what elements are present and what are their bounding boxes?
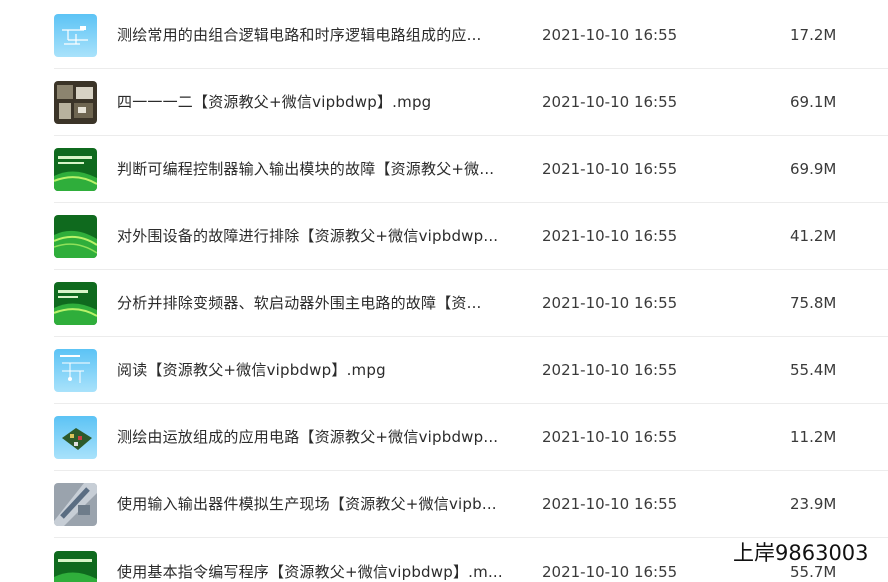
video-thumbnail-icon: [54, 148, 97, 191]
file-name[interactable]: 使用输入输出器件模拟生产现场【资源教父+微信vipb...: [117, 471, 497, 538]
file-name[interactable]: 判断可编程控制器输入输出模块的故障【资源教父+微...: [117, 136, 494, 203]
file-size: 55.4M: [790, 361, 837, 379]
file-date: 2021-10-10 16:55: [542, 26, 678, 44]
file-row[interactable]: 测绘由运放组成的应用电路【资源教父+微信vipbdwp... 2021-10-1…: [0, 404, 888, 471]
file-name[interactable]: 使用基本指令编写程序【资源教父+微信vipbdwp】.m...: [117, 539, 503, 582]
file-list: 测绘常用的由组合逻辑电路和时序逻辑电路组成的应... 2021-10-10 16…: [0, 0, 888, 582]
file-date: 2021-10-10 16:55: [542, 294, 678, 312]
file-row[interactable]: 测绘常用的由组合逻辑电路和时序逻辑电路组成的应... 2021-10-10 16…: [0, 2, 888, 69]
file-date: 2021-10-10 16:55: [542, 361, 678, 379]
file-date: 2021-10-10 16:55: [542, 428, 678, 446]
file-row[interactable]: 使用输入输出器件模拟生产现场【资源教父+微信vipb... 2021-10-10…: [0, 471, 888, 538]
file-row[interactable]: 四一一一二【资源教父+微信vipbdwp】.mpg 2021-10-10 16:…: [0, 69, 888, 136]
file-date: 2021-10-10 16:55: [542, 495, 678, 513]
file-name[interactable]: 阅读【资源教父+微信vipbdwp】.mpg: [117, 337, 386, 404]
video-thumbnail-icon: [54, 14, 97, 57]
file-row[interactable]: 判断可编程控制器输入输出模块的故障【资源教父+微... 2021-10-10 1…: [0, 136, 888, 203]
video-thumbnail-icon: [54, 215, 97, 258]
file-name[interactable]: 对外围设备的故障进行排除【资源教父+微信vipbdwp...: [117, 203, 498, 270]
file-date: 2021-10-10 16:55: [542, 563, 678, 581]
file-row[interactable]: 对外围设备的故障进行排除【资源教父+微信vipbdwp... 2021-10-1…: [0, 203, 888, 270]
file-row[interactable]: 分析并排除变频器、软启动器外围主电路的故障【资... 2021-10-10 16…: [0, 270, 888, 337]
file-size: 11.2M: [790, 428, 837, 446]
file-name[interactable]: 四一一一二【资源教父+微信vipbdwp】.mpg: [117, 69, 431, 136]
file-date: 2021-10-10 16:55: [542, 227, 678, 245]
file-name[interactable]: 测绘由运放组成的应用电路【资源教父+微信vipbdwp...: [117, 404, 498, 471]
video-thumbnail-icon: [54, 551, 97, 582]
watermark-text: 上岸9863003: [733, 541, 869, 565]
file-size: 69.9M: [790, 160, 837, 178]
file-date: 2021-10-10 16:55: [542, 93, 678, 111]
file-size: 23.9M: [790, 495, 837, 513]
file-name[interactable]: 测绘常用的由组合逻辑电路和时序逻辑电路组成的应...: [117, 2, 482, 69]
file-size: 17.2M: [790, 26, 837, 44]
file-size: 41.2M: [790, 227, 837, 245]
file-size: 75.8M: [790, 294, 837, 312]
video-thumbnail-icon: [54, 483, 97, 526]
video-thumbnail-icon: [54, 416, 97, 459]
file-date: 2021-10-10 16:55: [542, 160, 678, 178]
video-thumbnail-icon: [54, 81, 97, 124]
video-thumbnail-icon: [54, 349, 97, 392]
file-size: 69.1M: [790, 93, 837, 111]
file-name[interactable]: 分析并排除变频器、软启动器外围主电路的故障【资...: [117, 270, 482, 337]
video-thumbnail-icon: [54, 282, 97, 325]
file-row[interactable]: 阅读【资源教父+微信vipbdwp】.mpg 2021-10-10 16:55 …: [0, 337, 888, 404]
